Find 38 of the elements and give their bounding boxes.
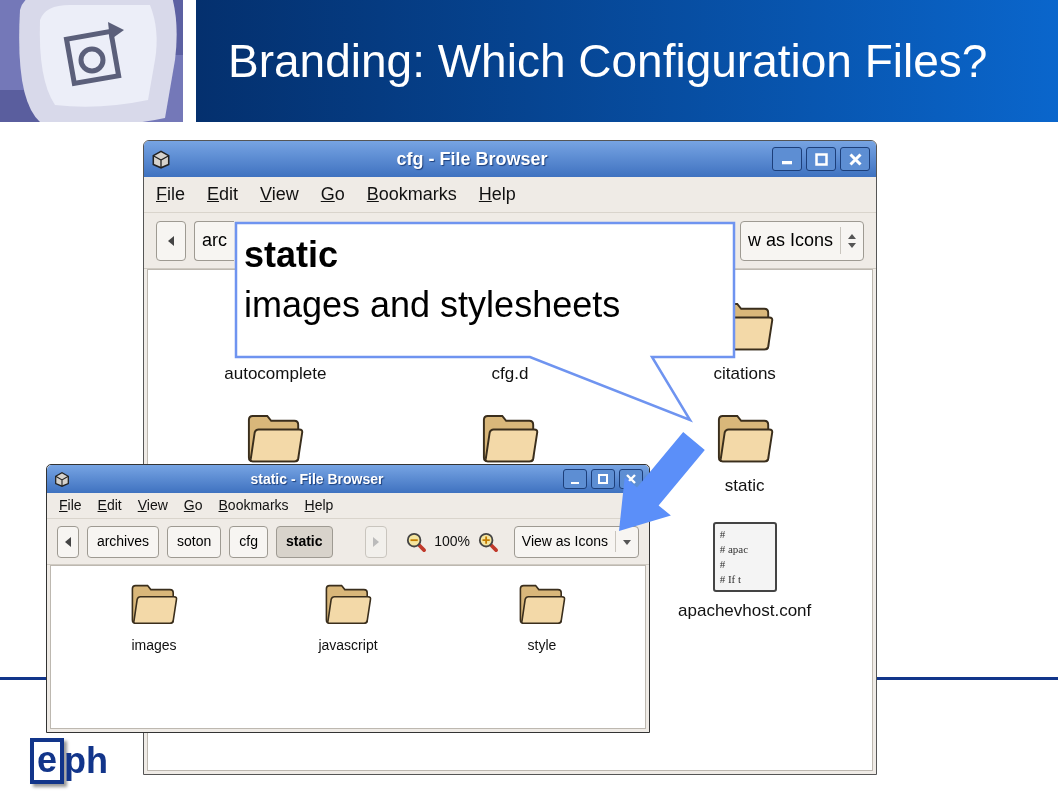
window-title: cfg - File Browser (396, 147, 548, 171)
path-button[interactable]: soton (167, 525, 222, 558)
folder-label[interactable]: static (724, 473, 765, 499)
folder-label[interactable]: citations (713, 361, 776, 387)
view-select[interactable]: View as Icons (513, 525, 639, 558)
preview-line: # (719, 557, 727, 572)
file-label[interactable]: apachevhost.conf (678, 598, 812, 624)
menu-item[interactable]: Edit (207, 181, 239, 208)
menu-item[interactable]: Bookmarks (218, 495, 289, 516)
preview-line: # (719, 527, 727, 542)
menu-item[interactable]: Edit (97, 495, 122, 516)
zoom-level: 100% (434, 532, 470, 551)
path-button[interactable]: static (275, 525, 333, 558)
menu-item[interactable]: Help (304, 495, 334, 516)
path-button[interactable]: archives (86, 525, 159, 558)
path-button[interactable]: cfg (229, 525, 268, 558)
view-select[interactable]: w as Icons (739, 220, 864, 261)
menu-item[interactable]: Go (183, 495, 203, 516)
callout-title: static (244, 233, 340, 277)
logo: e ph (30, 738, 108, 784)
menu-item[interactable]: View (137, 495, 168, 516)
menu-item[interactable]: Go (320, 181, 345, 208)
menu-item[interactable]: File (59, 495, 82, 516)
folder-label[interactable]: cfg.d (491, 361, 529, 387)
folder-label[interactable]: style (527, 634, 557, 656)
callout-text: images and stylesheets (244, 283, 621, 327)
menu-item[interactable]: Help (478, 181, 516, 208)
menu-item[interactable]: View (260, 181, 299, 208)
folder-label[interactable]: autocomplete (224, 361, 327, 387)
slide-title: Branding: Which Configuration Files? (228, 33, 988, 89)
path-button[interactable]: arc (194, 220, 234, 261)
menu-item[interactable]: Bookmarks (366, 181, 457, 208)
folder-label[interactable]: images (131, 634, 177, 656)
window-title: static - File Browser (250, 469, 384, 489)
menu-item[interactable]: File (156, 181, 185, 208)
folder-label[interactable]: javascript (318, 634, 378, 656)
preview-line: # If t (719, 572, 743, 587)
preview-line: # apac (719, 542, 750, 557)
